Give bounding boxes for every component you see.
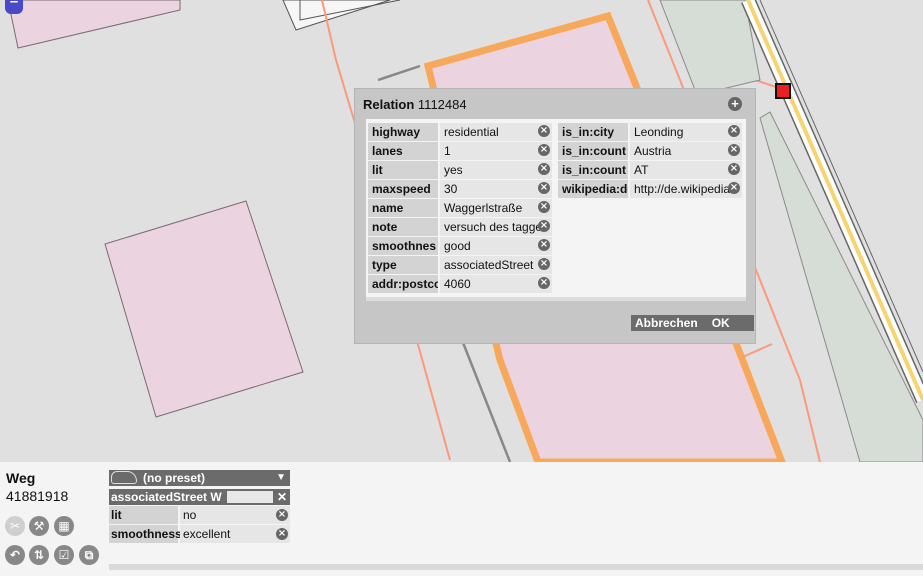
delete-tag-icon[interactable]: ×: [728, 144, 740, 156]
horizontal-scrollbar[interactable]: [366, 297, 746, 301]
tag-key[interactable]: is_in:count: [558, 142, 628, 160]
delete-tag-icon[interactable]: ×: [538, 258, 550, 270]
remove-relation-icon[interactable]: ✕: [277, 489, 287, 505]
copy-icon[interactable]: ⧉: [79, 545, 99, 565]
dialog-title: Relation 1112484: [363, 97, 467, 112]
delete-tag-icon[interactable]: ×: [538, 201, 550, 213]
checkbox-icon[interactable]: ☑: [54, 545, 74, 565]
tag-value[interactable]: 30: [440, 180, 552, 198]
tag-key[interactable]: smoothness: [109, 525, 182, 543]
tag-value[interactable]: associatedStreet: [440, 256, 552, 274]
tag-row: lit no ×: [109, 506, 290, 524]
delete-tag-icon[interactable]: ×: [728, 163, 740, 175]
tag-key[interactable]: is_in:count: [558, 161, 628, 179]
tag-value[interactable]: no: [180, 506, 290, 524]
plus-icon[interactable]: +: [728, 97, 742, 111]
cancel-button[interactable]: Abbrechen: [631, 315, 702, 331]
horizontal-scrollbar[interactable]: [109, 564, 923, 570]
preset-label: (no preset): [143, 471, 206, 485]
tag-value[interactable]: 1: [440, 142, 552, 160]
undo-icon[interactable]: ↶: [5, 545, 25, 565]
object-type: Weg: [6, 470, 36, 486]
tag-row: smoothness excellent ×: [109, 525, 290, 543]
delete-tag-icon[interactable]: ×: [538, 163, 550, 175]
tag-value[interactable]: Leonding: [630, 123, 742, 141]
tag-key[interactable]: is_in:city: [558, 123, 628, 141]
car-icon: [111, 471, 137, 484]
tag-key[interactable]: lit: [368, 161, 438, 179]
relation-label: associatedStreet W: [111, 490, 222, 504]
relation-role-input[interactable]: [227, 491, 273, 503]
tag-value[interactable]: http://de.wikipedia: [630, 180, 742, 198]
properties-panel: Weg 41881918 ✂ ⚒ ▦ ↶ ⇅ ☑ ⧉ (no preset) ▼…: [0, 462, 923, 576]
delete-tag-icon[interactable]: ×: [728, 125, 740, 137]
tag-key[interactable]: name: [368, 199, 438, 217]
tag-table: highway residential × lanes 1 × lit yes × maxspee…: [366, 119, 746, 301]
selected-node[interactable]: [775, 83, 791, 99]
tag-value[interactable]: yes: [440, 161, 552, 179]
delete-tag-icon[interactable]: ×: [538, 277, 550, 289]
ok-button[interactable]: OK: [702, 315, 754, 331]
tag-value[interactable]: versuch des tagge: [440, 218, 552, 236]
tag-key[interactable]: lit: [109, 506, 178, 524]
reverse-icon[interactable]: ⇅: [29, 545, 49, 565]
scissors-icon[interactable]: ✂: [5, 516, 25, 536]
zoom-out-button[interactable]: –: [5, 0, 23, 14]
tag-value[interactable]: Austria: [630, 142, 742, 160]
tag-key[interactable]: addr:postcc: [368, 275, 438, 293]
tag-key[interactable]: wikipedia:de: [558, 180, 628, 198]
tag-value[interactable]: AT: [630, 161, 742, 179]
delete-tag-icon[interactable]: ×: [538, 182, 550, 194]
tag-key[interactable]: maxspeed: [368, 180, 438, 198]
preset-selector[interactable]: (no preset) ▼: [109, 470, 290, 486]
tag-value[interactable]: Waggerlstraße: [440, 199, 552, 217]
delete-tag-icon[interactable]: ×: [538, 220, 550, 232]
dialog-buttons: Abbrechen OK: [631, 315, 754, 331]
tag-key[interactable]: note: [368, 218, 438, 236]
delete-tag-icon[interactable]: ×: [276, 528, 288, 540]
tag-value[interactable]: 4060: [440, 275, 552, 293]
delete-tag-icon[interactable]: ×: [728, 182, 740, 194]
tag-key[interactable]: highway: [368, 123, 438, 141]
delete-tag-icon[interactable]: ×: [538, 125, 550, 137]
tag-key[interactable]: type: [368, 256, 438, 274]
hammer-icon[interactable]: ⚒: [29, 516, 49, 536]
checkerboard-icon[interactable]: ▦: [54, 516, 74, 536]
tag-key[interactable]: lanes: [368, 142, 438, 160]
tag-value[interactable]: excellent: [180, 525, 290, 543]
relation-membership[interactable]: associatedStreet W ✕: [109, 489, 290, 505]
delete-tag-icon[interactable]: ×: [538, 144, 550, 156]
tag-value[interactable]: residential: [440, 123, 552, 141]
delete-tag-icon[interactable]: ×: [276, 509, 288, 521]
relation-dialog: Relation 1112484 + highway residential × la…: [354, 88, 756, 344]
chevron-down-icon: ▼: [276, 472, 286, 483]
delete-tag-icon[interactable]: ×: [538, 239, 550, 251]
tag-value[interactable]: good: [440, 237, 552, 255]
tag-key[interactable]: smoothnes: [368, 237, 438, 255]
object-id: 41881918: [6, 488, 69, 504]
